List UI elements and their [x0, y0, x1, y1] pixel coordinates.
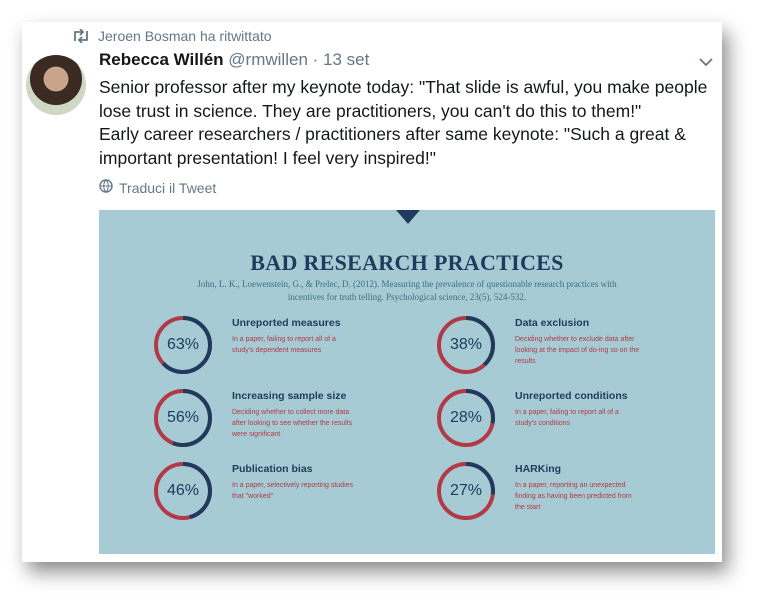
avatar[interactable] — [26, 55, 86, 115]
translate-label: Traduci il Tweet — [119, 179, 217, 196]
stat-description: In a paper, selectively reporting studie… — [232, 482, 354, 500]
stat-percentage: 28% — [449, 409, 483, 426]
stat-description: Deciding whether to exclude data after l… — [515, 336, 640, 365]
author-handle-and-date[interactable]: @rmwillen · 13 set — [228, 50, 369, 69]
tweet-text: Senior professor after my keynote today:… — [99, 76, 708, 170]
citation-line: John, L. K., Loewenstein, G., & Prelec, … — [197, 279, 617, 289]
stat-title: Unreported conditions — [515, 390, 628, 402]
stat-title: Unreported measures — [232, 317, 341, 329]
tweet-line: important presentation! I feel very insp… — [99, 147, 436, 168]
author-name[interactable]: Rebecca Willén — [99, 50, 224, 69]
stat-item: 56% Increasing sample size Deciding whet… — [152, 387, 442, 457]
stat-percentage: 38% — [449, 336, 483, 353]
stat-item: 63% Unreported measures In a paper, fail… — [152, 314, 442, 384]
stat-description: Deciding whether to collect more data af… — [232, 409, 353, 438]
stat-percentage: 27% — [449, 482, 483, 499]
retweet-text: Jeroen Bosman ha ritwittato — [98, 28, 272, 44]
stat-description: In a paper, failing to report all of a s… — [515, 409, 619, 427]
stat-description: In a paper, failing to report all of a s… — [232, 336, 336, 354]
stat-title: HARKing — [515, 463, 562, 475]
stat-item: 38% Data exclusion Deciding whether to e… — [435, 314, 722, 384]
stat-title: Publication bias — [232, 463, 313, 475]
translate-tweet-link[interactable]: Traduci il Tweet — [99, 179, 216, 196]
tweet-line: Early career researchers / practitioners… — [99, 124, 686, 144]
infographic-title: BAD RESEARCH PRACTICES — [250, 250, 564, 275]
stat-percentage: 46% — [166, 482, 200, 499]
stat-item: 28% Unreported conditions In a paper, fa… — [435, 387, 722, 457]
stat-item: 27% HARKing In a paper, reporting an une… — [435, 460, 722, 530]
tweet-header: Rebecca Willén @rmwillen · 13 set — [99, 50, 369, 70]
infographic-notch — [396, 210, 420, 224]
stat-item: 46% Publication bias In a paper, selecti… — [152, 460, 442, 530]
stat-description: In a paper, reporting an unexpected find… — [515, 482, 632, 511]
tweet-line: Senior professor after my keynote today:… — [99, 77, 708, 97]
stat-percentage: 63% — [166, 336, 200, 353]
globe-icon — [99, 179, 113, 196]
stat-title: Increasing sample size — [232, 390, 347, 402]
infographic-image[interactable]: BAD RESEARCH PRACTICES John, L. K., Loew… — [99, 210, 715, 554]
retweet-context: Jeroen Bosman ha ritwittato — [72, 28, 272, 44]
tweet-card[interactable]: Jeroen Bosman ha ritwittato Rebecca Will… — [22, 22, 722, 562]
stat-title: Data exclusion — [515, 317, 590, 329]
infographic-citation: John, L. K., Loewenstein, G., & Prelec, … — [139, 278, 675, 304]
stat-percentage: 56% — [166, 409, 200, 426]
citation-line: incentives for truth telling. Psychologi… — [287, 292, 527, 302]
retweet-icon — [72, 29, 90, 43]
chevron-down-icon[interactable] — [696, 52, 716, 72]
tweet-line: lose trust in science. They are practiti… — [99, 100, 642, 121]
